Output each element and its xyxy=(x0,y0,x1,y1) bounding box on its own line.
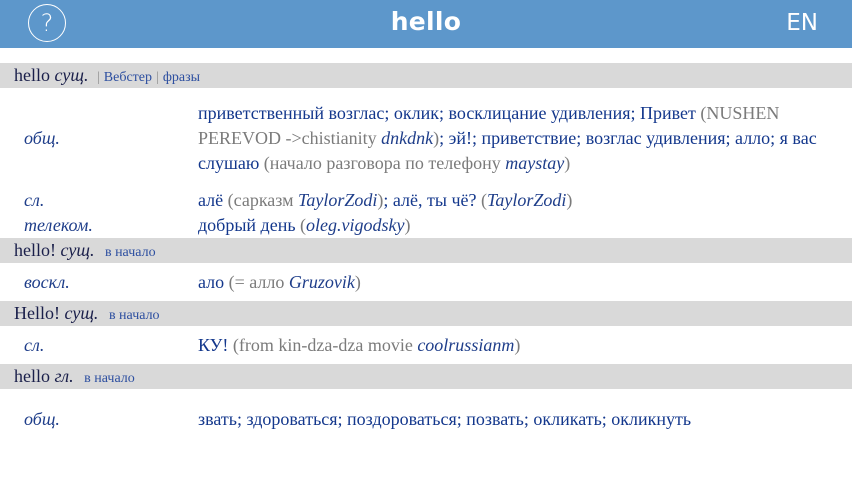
part-of-speech: гл. xyxy=(54,366,74,386)
translation-row: телеком. добрый день (oleg.vigodsky) xyxy=(0,213,852,238)
entry-header: hello гл. в начало xyxy=(0,364,852,389)
page-title: hello xyxy=(390,7,462,36)
language-button[interactable]: EN xyxy=(786,0,818,46)
translation-note: ) xyxy=(354,271,361,292)
translation-text: КУ! (from kin-dza-dza movie coolrussianm… xyxy=(198,333,828,358)
subject-label: телеком. xyxy=(24,215,93,235)
translation-text: ало (= алло Gruzovik) xyxy=(198,270,828,295)
translation-text: приветственный возглас; оклик; восклицан… xyxy=(198,101,828,176)
translation-text: звать; здороваться; поздороваться; позва… xyxy=(198,407,828,432)
author-link[interactable]: TaylorZodi xyxy=(298,190,377,210)
author-link[interactable]: dnkdnk xyxy=(381,128,433,148)
phrases-link[interactable]: фразы xyxy=(163,70,200,85)
translation-row: общ. приветственный возглас; оклик; воск… xyxy=(0,88,852,188)
translation-fragment: КУ! xyxy=(198,334,233,355)
translation-text: добрый день (oleg.vigodsky) xyxy=(198,213,828,238)
author-link[interactable]: Gruzovik xyxy=(289,272,355,292)
translation-row: сл. алё (сарказм TaylorZodi) ; алё, ты чё… xyxy=(0,188,852,213)
author-link[interactable]: oleg.vigodsky xyxy=(306,215,404,235)
author-link[interactable]: TaylorZodi xyxy=(487,190,566,210)
subject-label: сл. xyxy=(24,334,45,355)
to-top-link[interactable]: в начало xyxy=(105,245,156,260)
translation-note: (= алло xyxy=(228,271,289,292)
translation-note: ) xyxy=(566,190,573,210)
translation-note: ) xyxy=(514,334,521,355)
translation-fragment: ало xyxy=(198,271,229,292)
to-top-link[interactable]: в начало xyxy=(84,371,135,386)
headword: hello xyxy=(14,65,50,85)
separator: | xyxy=(96,70,100,85)
dictionary-entries: hello сущ. | Вебстер | фразы общ. приветств… xyxy=(0,63,852,449)
translation-note: ) xyxy=(564,152,571,173)
translation-fragment: звать; здороваться; поздороваться; позва… xyxy=(198,408,692,429)
translation-fragment: приветственный возглас; оклик; восклицан… xyxy=(198,102,701,123)
subject-label: сл. xyxy=(24,190,45,210)
author-link[interactable]: coolrussianm xyxy=(417,335,514,355)
top-gap xyxy=(0,48,852,62)
to-top-link[interactable]: в начало xyxy=(109,308,160,323)
translation-note: ) xyxy=(404,215,411,235)
entry-header: hello! сущ. в начало xyxy=(0,238,852,263)
subject-label: воскл. xyxy=(24,271,70,292)
translation-row: сл. КУ! (from kin-dza-dza movie coolruss… xyxy=(0,326,852,364)
headword: Hello! xyxy=(14,303,60,323)
translation-fragment: добрый день xyxy=(198,215,301,235)
part-of-speech: сущ. xyxy=(64,303,99,323)
translation-fragment: алё xyxy=(198,190,228,210)
part-of-speech: сущ. xyxy=(60,240,95,260)
webster-link[interactable]: Вебстер xyxy=(104,70,152,85)
translation-row: воскл. ало (= алло Gruzovik) xyxy=(0,263,852,301)
translation-note: (начало разговора по телефону xyxy=(263,152,506,173)
part-of-speech: сущ. xyxy=(54,65,89,85)
entry-header: Hello! сущ. в начало xyxy=(0,301,852,326)
subject-label: общ. xyxy=(24,127,60,148)
headword: hello xyxy=(14,366,50,386)
subject-label: общ. xyxy=(24,408,60,429)
separator: | xyxy=(156,70,159,85)
entry-header: hello сущ. | Вебстер | фразы xyxy=(0,63,852,88)
translation-note: (from kin-dza-dza movie xyxy=(232,334,418,355)
translation-fragment: ; алё, ты чё? xyxy=(383,190,482,210)
translation-text: алё (сарказм TaylorZodi); алё, ты чё? (T… xyxy=(198,188,828,213)
top-bar: ? hello EN xyxy=(0,0,852,48)
translation-note: (сарказм xyxy=(227,190,299,210)
headword: hello! xyxy=(14,240,56,260)
author-link[interactable]: maystay xyxy=(505,153,564,173)
translation-row: общ. звать; здороваться; поздороваться; … xyxy=(0,389,852,449)
